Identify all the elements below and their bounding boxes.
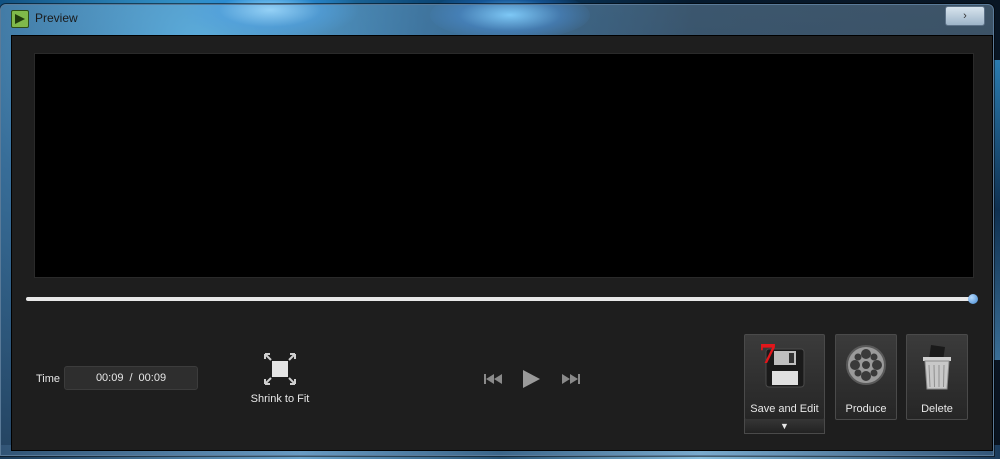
app-logo-icon — [11, 10, 29, 28]
save-and-edit-dropdown[interactable]: ▼ — [744, 419, 825, 434]
shrink-to-fit-label: Shrink to Fit — [250, 393, 310, 405]
save-and-edit-button[interactable]: Save and Edit — [744, 334, 825, 420]
chevron-right-icon: › — [963, 10, 967, 22]
play-icon — [523, 370, 540, 388]
skip-back-icon — [484, 374, 502, 384]
preview-window: Preview › Time 00:09 / 00:09 Shrink to Fit — [0, 4, 994, 456]
skip-back-button[interactable] — [483, 368, 503, 390]
title-bar[interactable]: Preview › — [1, 5, 993, 31]
skip-forward-icon — [562, 374, 580, 384]
delete-button[interactable]: Delete — [906, 334, 968, 420]
seek-handle[interactable] — [968, 294, 978, 304]
play-button[interactable] — [520, 368, 542, 390]
window-title: Preview — [35, 11, 78, 25]
skip-forward-button[interactable] — [561, 368, 581, 390]
time-display: 00:09 / 00:09 — [64, 366, 198, 390]
preview-client-area: Time 00:09 / 00:09 Shrink to Fit Save and … — [11, 35, 993, 451]
total-time: 00:09 — [138, 372, 167, 384]
produce-button[interactable]: Produce — [835, 334, 897, 420]
trash-can-icon — [923, 345, 951, 390]
save-and-edit-label: Save and Edit — [750, 403, 819, 415]
step-annotation-badge: 7 — [759, 340, 778, 370]
window-close-button[interactable]: › — [945, 6, 985, 26]
produce-label: Produce — [845, 403, 887, 415]
shrink-to-fit-icon[interactable] — [263, 352, 297, 386]
seek-bar[interactable] — [26, 294, 978, 304]
video-preview[interactable] — [34, 53, 974, 278]
chevron-down-icon: ▼ — [780, 421, 789, 431]
time-label: Time — [36, 373, 61, 385]
delete-label: Delete — [921, 403, 953, 415]
current-time: 00:09 — [95, 372, 124, 384]
film-reel-icon — [846, 345, 886, 385]
time-separator: / — [129, 372, 133, 384]
